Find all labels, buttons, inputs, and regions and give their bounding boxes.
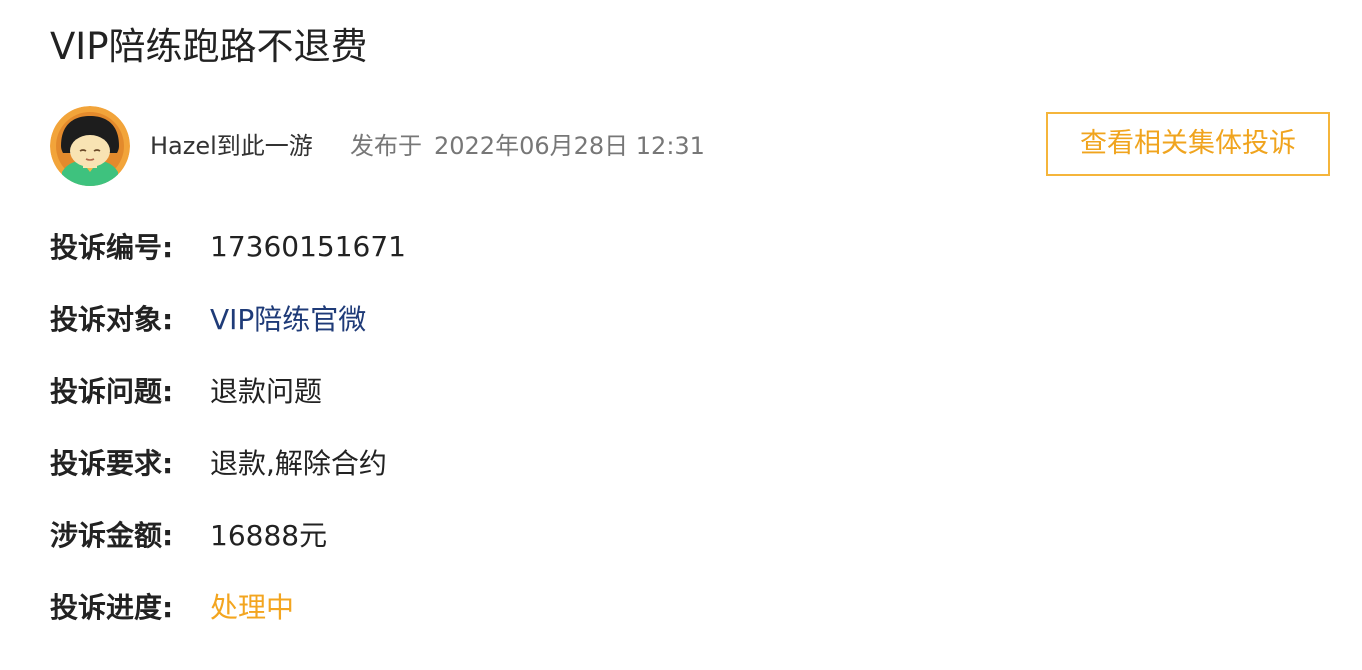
publish-time: 2022年06月28日 12:31: [434, 132, 705, 160]
field-label: 投诉进度:: [50, 591, 174, 624]
author-avatar[interactable]: [50, 106, 130, 186]
author-name[interactable]: Hazel到此一游: [150, 126, 313, 166]
field-label: 投诉问题:: [50, 375, 174, 408]
field-row-complaint-id: 投诉编号: 17360151671: [50, 222, 406, 270]
field-row-target: 投诉对象: VIP陪练官微: [50, 294, 366, 342]
field-row-issue: 投诉问题: 退款问题: [50, 366, 322, 414]
complaint-demand-value: 退款,解除合约: [210, 447, 387, 480]
complaint-amount-value: 16888元: [210, 519, 328, 552]
field-label: 投诉要求:: [50, 447, 174, 480]
field-label: 投诉编号:: [50, 231, 174, 264]
field-label: 涉诉金额:: [50, 519, 174, 552]
complaint-id-value: 17360151671: [210, 229, 406, 263]
complaint-title: VIP陪练跑路不退费: [50, 25, 368, 68]
complaint-status-value: 处理中: [210, 591, 295, 624]
field-row-demand: 投诉要求: 退款,解除合约: [50, 438, 387, 486]
field-label: 投诉对象:: [50, 303, 174, 336]
publish-info: 发布于 2022年06月28日 12:31: [350, 126, 705, 166]
complaint-target-link[interactable]: VIP陪练官微: [210, 298, 366, 338]
field-row-progress: 投诉进度: 处理中: [50, 582, 294, 630]
complaint-card: VIP陪练跑路不退费 Hazel到此一游 发布于 2022年06月28日 12:3…: [0, 0, 1362, 670]
field-row-amount: 涉诉金额: 16888元: [50, 510, 327, 558]
view-related-complaints-button[interactable]: 查看相关集体投诉: [1046, 112, 1330, 176]
avatar-icon: [50, 106, 130, 186]
publish-prefix: 发布于: [350, 132, 422, 160]
complaint-issue-value: 退款问题: [210, 375, 323, 408]
